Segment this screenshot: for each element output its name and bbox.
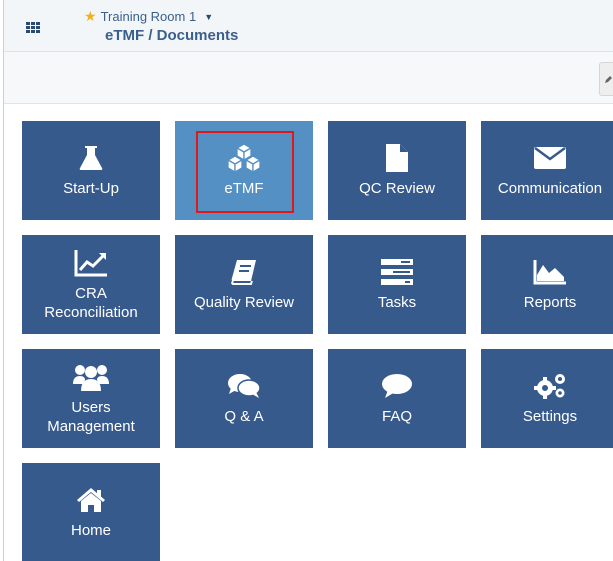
edit-button[interactable] xyxy=(599,62,613,96)
tile-start-up[interactable]: Start-Up xyxy=(22,121,160,220)
comments-icon xyxy=(227,371,261,401)
tile-quality-review[interactable]: Quality Review xyxy=(175,235,313,334)
tile-tasks[interactable]: Tasks xyxy=(328,235,466,334)
tile-label: Users Management xyxy=(47,398,135,435)
tile-cra-reconciliation[interactable]: CRA Reconciliation xyxy=(22,235,160,334)
tile-label: Q & A xyxy=(224,408,264,425)
home-icon xyxy=(76,485,106,515)
tile-label: Tasks xyxy=(377,294,417,311)
comment-icon xyxy=(381,371,413,401)
tile-label: Home xyxy=(70,522,111,539)
cogs-icon xyxy=(533,371,567,401)
pencil-icon xyxy=(605,76,612,83)
tile-label: Settings xyxy=(522,408,578,425)
tile-label: CRA Reconciliation xyxy=(44,284,138,321)
tile-label: Start-Up xyxy=(63,180,119,197)
file-icon xyxy=(386,143,408,173)
star-icon: ★ xyxy=(84,8,97,24)
tile-etmf[interactable]: eTMF xyxy=(175,121,313,220)
cubes-icon xyxy=(225,143,263,173)
tile-faq[interactable]: FAQ xyxy=(328,349,466,448)
tile-reports[interactable]: Reports xyxy=(481,235,613,334)
area-chart-icon xyxy=(533,257,567,287)
tile-label: Reports xyxy=(523,294,577,311)
tile-settings[interactable]: Settings xyxy=(481,349,613,448)
tile-users-management[interactable]: Users Management xyxy=(22,349,160,448)
caret-down-icon: ▼ xyxy=(204,11,214,22)
tile-label: FAQ xyxy=(381,408,412,425)
toolbar xyxy=(4,52,613,104)
envelope-icon xyxy=(534,143,566,173)
tile-home[interactable]: Home xyxy=(22,463,160,561)
tile-label: Quality Review xyxy=(193,294,295,311)
tasks-icon xyxy=(381,257,413,287)
flask-icon xyxy=(79,143,103,173)
tile-qc-review[interactable]: QC Review xyxy=(328,121,466,220)
tile-label: QC Review xyxy=(359,180,435,197)
room-selector[interactable]: ★ Training Room 1 ▼ xyxy=(84,8,213,25)
book-icon xyxy=(231,257,257,287)
tile-communication[interactable]: Communication xyxy=(481,121,613,220)
tile-q-and-a[interactable]: Q & A xyxy=(175,349,313,448)
tile-label: eTMF xyxy=(224,180,264,197)
tile-label: Communication xyxy=(497,180,603,197)
users-icon xyxy=(73,362,109,392)
top-header: ★ Training Room 1 ▼ eTMF / Documents xyxy=(4,0,613,52)
breadcrumb: eTMF / Documents xyxy=(105,27,239,44)
line-chart-icon xyxy=(74,248,108,278)
apps-grid-icon[interactable] xyxy=(26,22,40,34)
room-name: Training Room 1 xyxy=(100,9,197,24)
